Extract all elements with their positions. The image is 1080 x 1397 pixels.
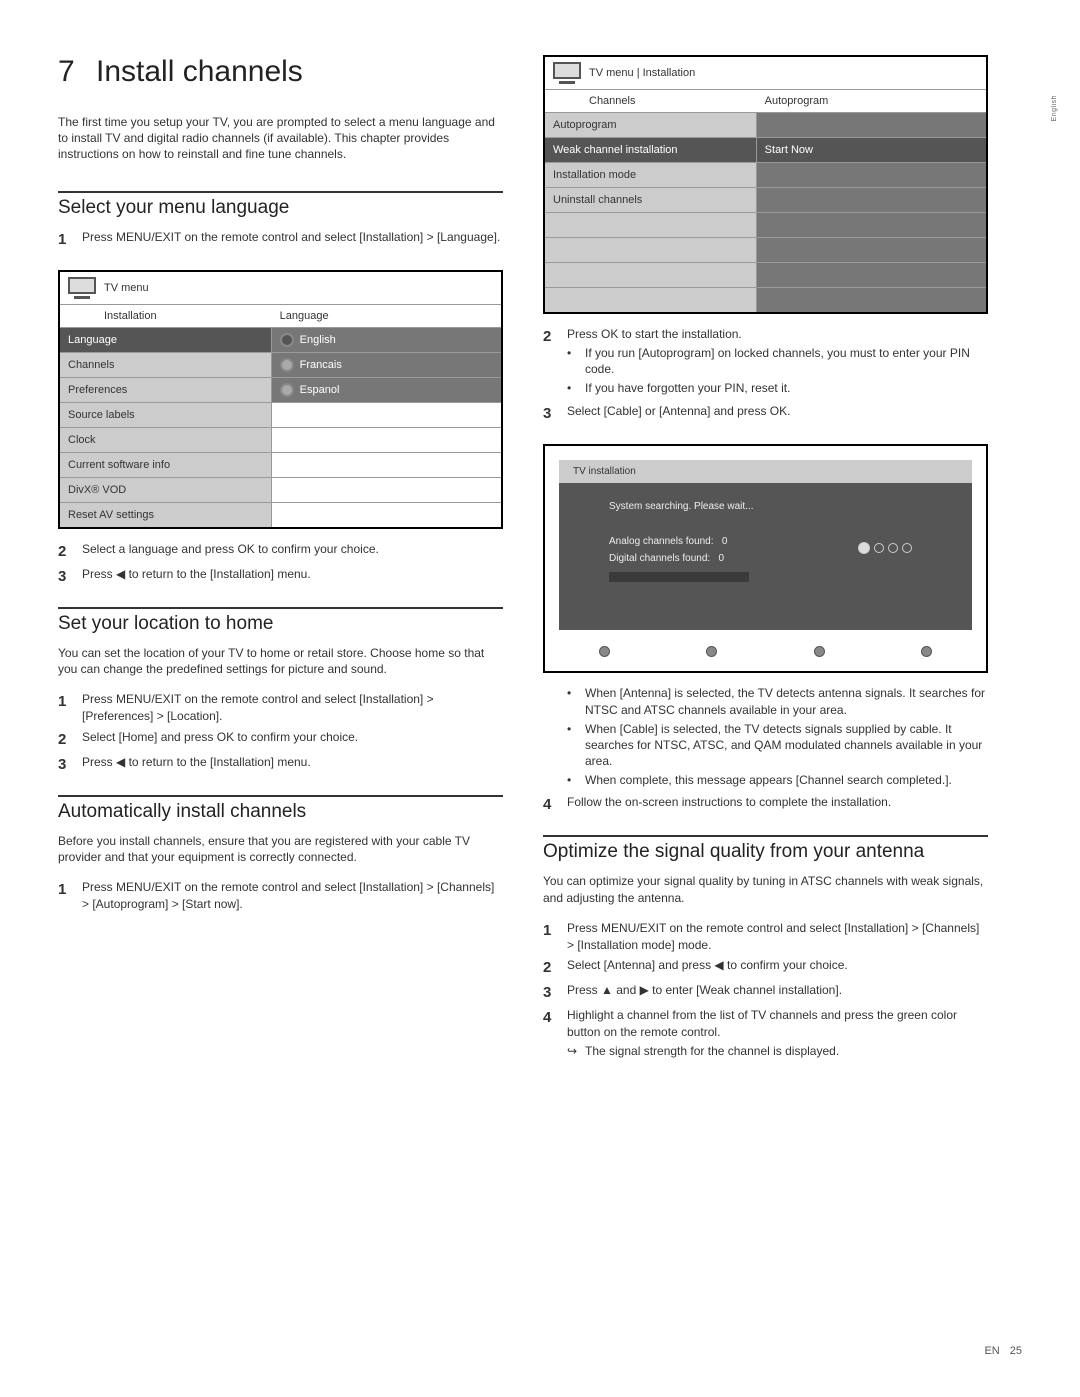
section-select-language: Select your menu language	[58, 191, 503, 219]
section-para: Before you install channels, ensure that…	[58, 833, 503, 865]
sub-text: When [Cable] is selected, the TV detects…	[585, 721, 988, 770]
step-text: Follow the on-screen instructions to com…	[567, 794, 988, 815]
step-text: Select [Antenna] and press ◀ to confirm …	[567, 957, 988, 978]
step-text: Select [Cable] or [Antenna] and press OK…	[567, 403, 988, 424]
step-text: Select [Home] and press OK to confirm yo…	[82, 729, 503, 750]
menu-item: Preferences	[60, 378, 272, 403]
installer-msg: System searching. Please wait...	[609, 501, 922, 512]
menu-option: Start Now	[757, 138, 986, 163]
sub-text: If you run [Autoprogram] on locked chann…	[585, 345, 988, 377]
digital-found: Digital channels found: 0	[609, 553, 922, 564]
step-text: Highlight a channel from the list of TV …	[567, 1007, 988, 1059]
menu-header: TV menu	[104, 282, 149, 294]
sub-text: If you have forgotten your PIN, reset it…	[585, 380, 790, 396]
menu-language-table: TV menu Installation Language Language C…	[58, 270, 503, 529]
menu-left-header: Channels	[545, 90, 757, 112]
menu-item: DivX® VOD	[60, 478, 272, 503]
step-text: Press MENU/EXIT on the remote control an…	[82, 691, 503, 725]
step-text: Press ◀ to return to the [Installation] …	[82, 754, 503, 775]
language-tab: English	[1051, 95, 1058, 121]
note-text: The signal strength for the channel is d…	[585, 1043, 839, 1060]
menu-item: Language	[60, 328, 272, 353]
menu-left-header: Installation	[60, 305, 272, 327]
sub-text: When complete, this message appears [Cha…	[585, 772, 952, 788]
menu-header: TV menu | Installation	[589, 67, 695, 79]
step-text: Press OK to start the installation. If y…	[567, 326, 988, 399]
step-text: Press MENU/EXIT on the remote control an…	[82, 229, 503, 250]
menu-right-header: Language	[272, 305, 337, 327]
section-para: You can optimize your signal quality by …	[543, 873, 988, 905]
radio-icon	[280, 333, 294, 347]
tv-icon	[553, 62, 581, 84]
menu-item: Weak channel installation	[545, 138, 757, 163]
menu-item: Clock	[60, 428, 272, 453]
menu-option: Francais	[272, 353, 501, 378]
step-text: Select a language and press OK to confir…	[82, 541, 503, 562]
tv-installation-screen: TV installation System searching. Please…	[543, 444, 988, 673]
step-text: Press MENU/EXIT on the remote control an…	[82, 879, 503, 913]
step-text: Press ▲ and ▶ to enter [Weak channel ins…	[567, 982, 988, 1003]
installer-title: TV installation	[559, 460, 972, 483]
menu-right-header: Autoprogram	[757, 90, 837, 112]
menu-option: Espanol	[272, 378, 501, 403]
spinner-icon	[858, 542, 912, 554]
chapter-heading: 7Install channels	[58, 55, 503, 89]
menu-item: Uninstall channels	[545, 188, 757, 213]
radio-icon	[280, 358, 294, 372]
menu-item: Source labels	[60, 403, 272, 428]
page-footer: EN25	[984, 1345, 1022, 1357]
menu-channels-table: TV menu | Installation Channels Autoprog…	[543, 55, 988, 314]
intro-text: The first time you setup your TV, you ar…	[58, 114, 503, 163]
menu-item: Channels	[60, 353, 272, 378]
section-para: You can set the location of your TV to h…	[58, 645, 503, 677]
menu-item: Reset AV settings	[60, 503, 272, 527]
menu-item: Autoprogram	[545, 113, 757, 138]
nav-dots	[559, 630, 972, 657]
menu-option	[757, 113, 986, 138]
menu-option	[757, 188, 986, 213]
sub-text: When [Antenna] is selected, the TV detec…	[585, 685, 988, 717]
tv-icon	[68, 277, 96, 299]
menu-option	[757, 163, 986, 188]
step-text: Press ◀ to return to the [Installation] …	[82, 566, 503, 587]
section-optimize-signal: Optimize the signal quality from your an…	[543, 835, 988, 863]
step-text: Press MENU/EXIT on the remote control an…	[567, 920, 988, 954]
menu-item: Current software info	[60, 453, 272, 478]
progress-bar	[609, 572, 749, 582]
menu-item: Installation mode	[545, 163, 757, 188]
menu-option: English	[272, 328, 501, 353]
section-set-location: Set your location to home	[58, 607, 503, 635]
section-auto-install: Automatically install channels	[58, 795, 503, 823]
radio-icon	[280, 383, 294, 397]
